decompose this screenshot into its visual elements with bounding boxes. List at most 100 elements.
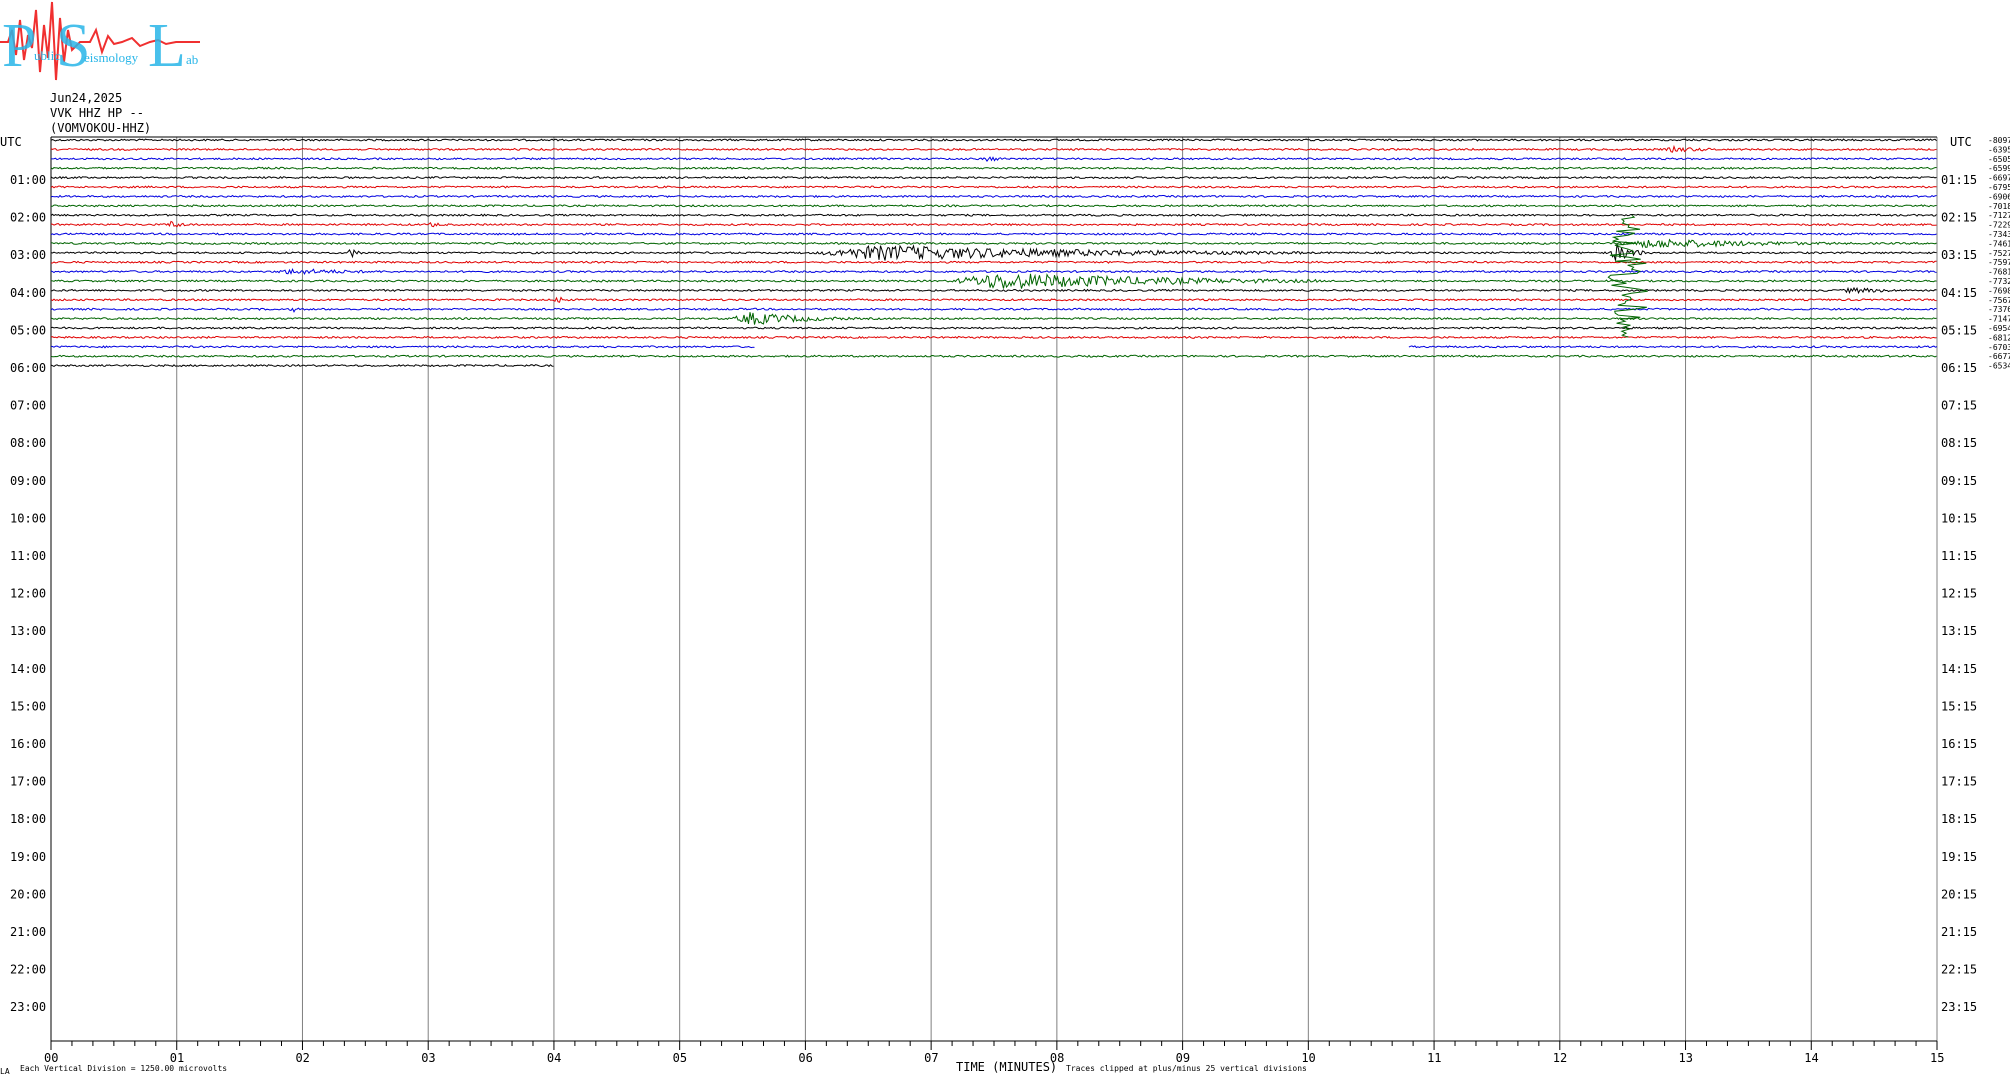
trace-offset-label: -6697 xyxy=(1988,174,2010,183)
corner-mark: LA xyxy=(0,1067,10,1076)
hour-label-left: 13:00 xyxy=(10,624,46,638)
hour-label-left: 03:00 xyxy=(10,248,46,262)
x-tick-label: 07 xyxy=(924,1051,938,1065)
hour-label-left: 10:00 xyxy=(10,511,46,525)
trace-0145 xyxy=(51,204,1937,208)
clip-note: Traces clipped at plus/minus 25 vertical… xyxy=(1066,1064,1307,1073)
trace-offset-label: -7732 xyxy=(1988,277,2010,286)
hour-label-right: 07:15 xyxy=(1941,399,1977,413)
hour-label-left: 08:00 xyxy=(10,436,46,450)
trace-offset-label: -6954 xyxy=(1988,324,2010,333)
x-tick-label: 13 xyxy=(1679,1051,1693,1065)
hour-label-right: 14:15 xyxy=(1941,662,1977,676)
hour-label-right: 06:15 xyxy=(1941,361,1977,375)
x-tick-label: 09 xyxy=(1176,1051,1190,1065)
hour-label-left: 12:00 xyxy=(10,587,46,601)
minute-gridlines xyxy=(50,136,1938,1041)
hour-label-left: 15:00 xyxy=(10,699,46,713)
x-tick-label: 15 xyxy=(1930,1051,1944,1065)
hour-label-right: 04:15 xyxy=(1941,286,1977,300)
hour-label-right: 15:15 xyxy=(1941,699,1977,713)
trace-offset-label: -7127 xyxy=(1988,211,2010,220)
trace-0445 xyxy=(50,312,1937,325)
x-tick-label: 04 xyxy=(547,1051,561,1065)
utc-label-left: UTC xyxy=(0,135,22,149)
hour-label-left: 18:00 xyxy=(10,812,46,826)
trace-offset-label: -7527 xyxy=(1988,249,2010,258)
trace-0315 xyxy=(51,260,1937,264)
hour-label-right: 03:15 xyxy=(1941,248,1977,262)
hour-label-right: 11:15 xyxy=(1941,549,1977,563)
hour-label-left: 09:00 xyxy=(10,474,46,488)
x-axis-title: TIME (MINUTES) xyxy=(956,1060,1057,1074)
hour-label-left: 07:00 xyxy=(10,399,46,413)
hour-label-left: 19:00 xyxy=(10,850,46,864)
x-tick-label: 02 xyxy=(295,1051,309,1065)
trace-0045 xyxy=(50,166,1937,170)
trace-0130 xyxy=(50,194,1937,199)
hour-label-right: 20:15 xyxy=(1941,887,1977,901)
trace-offset-label: -7681 xyxy=(1988,268,2010,277)
x-tick-label: 01 xyxy=(170,1051,184,1065)
hour-label-right: 18:15 xyxy=(1941,812,1977,826)
x-tick-label: 05 xyxy=(673,1051,687,1065)
x-tick-label: 11 xyxy=(1427,1051,1441,1065)
trace-0530 xyxy=(50,345,755,349)
hour-label-left: 05:00 xyxy=(10,323,46,337)
utc-label-right: UTC xyxy=(1950,135,1972,149)
trace-offset-label: -6795 xyxy=(1988,183,2010,192)
hour-label-left: 01:00 xyxy=(10,173,46,187)
trace-offset-label: -6677 xyxy=(1988,352,2010,361)
trace-offset-label: -6703 xyxy=(1988,343,2010,352)
hour-label-right: 23:15 xyxy=(1941,1000,1977,1014)
trace-offset-label: -7597 xyxy=(1988,258,2010,267)
trace-offset-label: -7229 xyxy=(1988,221,2010,230)
hour-label-left: 11:00 xyxy=(10,549,46,563)
trace-0100 xyxy=(50,175,1937,180)
hour-label-right: 16:15 xyxy=(1941,737,1977,751)
hour-label-right: 05:15 xyxy=(1941,323,1977,337)
x-tick-label: 06 xyxy=(798,1051,812,1065)
trace-offset-label: -8097 xyxy=(1988,136,2010,145)
trace-0000 xyxy=(50,138,1937,142)
trace-offset-label: -7376 xyxy=(1988,305,2010,314)
x-tick-label: 08 xyxy=(1050,1051,1064,1065)
x-tick-label: 14 xyxy=(1804,1051,1818,1065)
hour-label-left: 14:00 xyxy=(10,662,46,676)
axis-labels: UTC UTC TIME (MINUTES) Traces clipped at… xyxy=(0,135,1972,1076)
trace-offset-label: -7343 xyxy=(1988,230,2010,239)
trace-0015 xyxy=(50,144,1937,153)
trace-0500 xyxy=(50,326,1937,330)
trace-offset-label: -6534 xyxy=(1988,362,2010,371)
hour-label-left: 06:00 xyxy=(10,361,46,375)
trace-0530-b xyxy=(1408,345,1938,349)
x-tick-label: 03 xyxy=(421,1051,435,1065)
trace-0330 xyxy=(50,267,1937,275)
trace-offset-label: -6599 xyxy=(1988,164,2010,173)
hour-label-left: 16:00 xyxy=(10,737,46,751)
trace-0115 xyxy=(50,185,1937,189)
trace-0230 xyxy=(50,232,1937,236)
seismic-traces xyxy=(50,138,1938,368)
trace-0030 xyxy=(51,156,1937,162)
hour-label-right: 12:15 xyxy=(1941,587,1977,601)
x-tick-label: 10 xyxy=(1301,1051,1315,1065)
hour-label-left: 23:00 xyxy=(10,1000,46,1014)
helicorder-plot: UTC UTC TIME (MINUTES) Traces clipped at… xyxy=(0,135,2010,1076)
trace-offset-label: -6505 xyxy=(1988,155,2010,164)
hour-label-right: 08:15 xyxy=(1941,436,1977,450)
scale-note: Each Vertical Division = 1250.00 microvo… xyxy=(20,1064,227,1073)
hour-label-right: 01:15 xyxy=(1941,173,1977,187)
trace-0215 xyxy=(50,220,1937,228)
hour-label-right: 02:15 xyxy=(1941,211,1977,225)
trace-offset-label: -6395 xyxy=(1988,145,2010,154)
offset-labels: -8097-6395-6505-6599-6697-6795-6906-7018… xyxy=(1988,136,2010,371)
hour-label-right: 13:15 xyxy=(1941,624,1977,638)
trace-offset-label: -6906 xyxy=(1988,192,2010,201)
hour-label-right: 21:15 xyxy=(1941,925,1977,939)
x-tick-label: 00 xyxy=(44,1051,58,1065)
hour-label-left: 04:00 xyxy=(10,286,46,300)
hour-label-left: 02:00 xyxy=(10,211,46,225)
hour-label-right: 10:15 xyxy=(1941,511,1977,525)
hour-label-left: 22:00 xyxy=(10,963,46,977)
